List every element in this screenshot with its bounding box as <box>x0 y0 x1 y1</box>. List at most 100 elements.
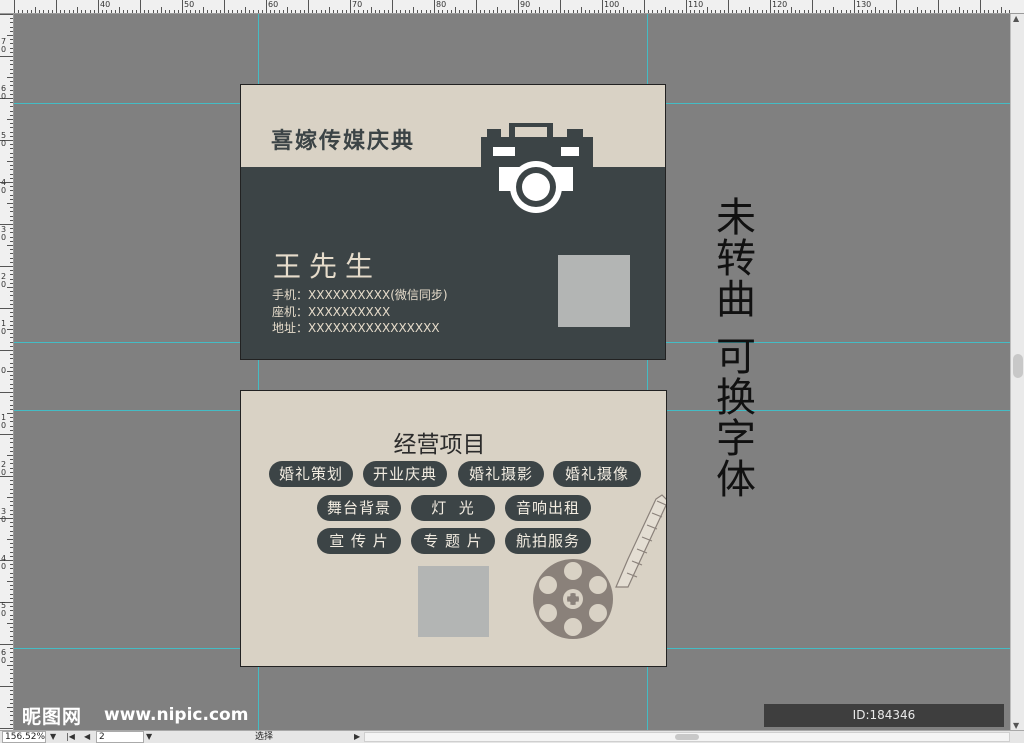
ruler-tick <box>232 10 234 13</box>
ruler-tick <box>555 10 557 13</box>
ruler-tick <box>10 144 13 146</box>
person-name: 王先生 <box>273 250 382 283</box>
scroll-down-arrow-icon[interactable]: ▼ <box>1013 721 1019 730</box>
ruler-label: 70 <box>352 0 363 9</box>
ruler-tick <box>10 673 13 675</box>
ruler-tick <box>10 177 13 179</box>
ruler-label: 6 0 <box>1 648 7 665</box>
ruler-label: 50 <box>184 0 195 9</box>
ruler-tick <box>312 10 314 13</box>
ruler-tick <box>81 10 83 13</box>
business-card-front[interactable]: 喜嫁传媒庆典 王先生 手机：XXXXXXXXXX(微信同步) 座机：XXXXXX… <box>240 84 666 360</box>
next-arrow-icon[interactable]: ▶ <box>354 731 360 743</box>
ruler-tick <box>366 10 368 13</box>
ruler-tick <box>10 702 13 704</box>
ruler-tick <box>10 404 13 406</box>
ruler-tick <box>10 148 13 150</box>
ruler-tick <box>812 0 813 13</box>
ruler-tick <box>337 10 339 13</box>
ruler-tick <box>10 681 13 683</box>
first-page-icon[interactable]: |◀ <box>66 731 75 743</box>
ruler-tick <box>954 10 956 13</box>
camera-icon <box>481 123 593 213</box>
ruler-tick <box>534 10 536 13</box>
ruler-tick <box>606 10 608 13</box>
ruler-tick <box>904 10 906 13</box>
prev-page-icon[interactable]: ◀ <box>84 731 90 743</box>
ruler-tick <box>975 10 977 13</box>
ruler-tick <box>404 10 406 13</box>
ruler-tick <box>316 10 318 13</box>
ruler-tick <box>127 10 129 13</box>
ruler-tick <box>866 10 868 13</box>
ruler-tick <box>10 72 13 74</box>
ruler-tick <box>10 534 13 536</box>
ruler-tick <box>10 522 13 524</box>
page-number-input[interactable]: 2 <box>96 731 144 743</box>
ruler-tick <box>765 10 767 13</box>
ruler-tick <box>215 10 217 13</box>
contact-value: XXXXXXXXXX(微信同步) <box>308 288 448 302</box>
ruler-tick <box>10 421 13 423</box>
ruler-tick <box>1005 10 1007 13</box>
ruler-label: 0 <box>1 366 7 375</box>
dropdown-arrow-icon[interactable]: ▼ <box>50 731 56 743</box>
side-note-char: 未 <box>716 195 756 241</box>
ruler-tick <box>799 10 801 13</box>
ruler-tick <box>749 7 750 13</box>
ruler-tick <box>551 10 553 13</box>
ruler-left: 7 0 6 0 5 0 4 0 3 0 2 0 1 0 0 1 0 2 0 3 0 4 0 5 0 6 0 <box>0 14 14 730</box>
ruler-tick <box>10 530 13 532</box>
ruler-tick <box>228 10 230 13</box>
ruler-tick <box>10 660 13 662</box>
ruler-tick <box>572 10 574 13</box>
ruler-tick <box>10 320 13 322</box>
ruler-tick <box>883 10 885 13</box>
ruler-tick <box>988 10 990 13</box>
ruler-tick <box>10 186 13 188</box>
ruler-tick <box>450 10 452 13</box>
scroll-up-arrow-icon[interactable]: ▲ <box>1013 14 1019 23</box>
side-note-char: 体 <box>716 457 756 503</box>
horizontal-scrollbar[interactable] <box>364 732 1010 742</box>
ruler-tick <box>803 10 805 13</box>
ruler-tick <box>10 299 13 301</box>
zoom-input[interactable]: 156.52% <box>2 731 46 743</box>
ruler-tick <box>875 7 876 13</box>
ruler-tick <box>10 278 13 280</box>
ruler-tick <box>564 10 566 13</box>
ruler-tick <box>345 10 347 13</box>
ruler-tick <box>933 10 935 13</box>
business-card-back[interactable]: 经营项目 婚礼策划 开业庆典 婚礼摄影 婚礼摄像 舞台背景 灯 光 音响出租 宣… <box>240 390 667 667</box>
ruler-tick <box>10 135 13 137</box>
horizontal-scroll-thumb[interactable] <box>675 734 699 740</box>
ruler-tick <box>0 392 13 393</box>
ruler-tick <box>68 10 70 13</box>
ruler-tick <box>10 89 13 91</box>
ruler-tick <box>10 81 13 83</box>
service-pill: 灯 光 <box>411 495 495 521</box>
ruler-tick <box>10 93 13 95</box>
ruler-tick <box>362 10 364 13</box>
ruler-tick <box>455 7 456 13</box>
ruler-tick <box>10 513 13 515</box>
ruler-tick <box>774 10 776 13</box>
ruler-tick <box>10 417 13 419</box>
ruler-tick <box>694 10 696 13</box>
ruler-tick <box>677 10 679 13</box>
vertical-scrollbar[interactable]: ▲ ▼ <box>1010 14 1024 730</box>
ruler-tick <box>7 497 13 498</box>
ruler-tick <box>7 329 13 330</box>
ruler-tick <box>505 10 507 13</box>
ruler-label: 5 0 <box>1 601 7 618</box>
service-pill: 婚礼摄影 <box>458 461 544 487</box>
ruler-tick <box>786 10 788 13</box>
ruler-tick <box>707 7 708 13</box>
ruler-label: 3 0 <box>1 225 7 242</box>
dropdown-arrow-icon[interactable]: ▼ <box>146 731 152 743</box>
ruler-tick <box>10 127 13 129</box>
ruler-tick <box>429 10 431 13</box>
ruler-tick <box>10 648 13 650</box>
vertical-scroll-thumb[interactable] <box>1013 354 1023 378</box>
ruler-tick <box>10 547 13 549</box>
